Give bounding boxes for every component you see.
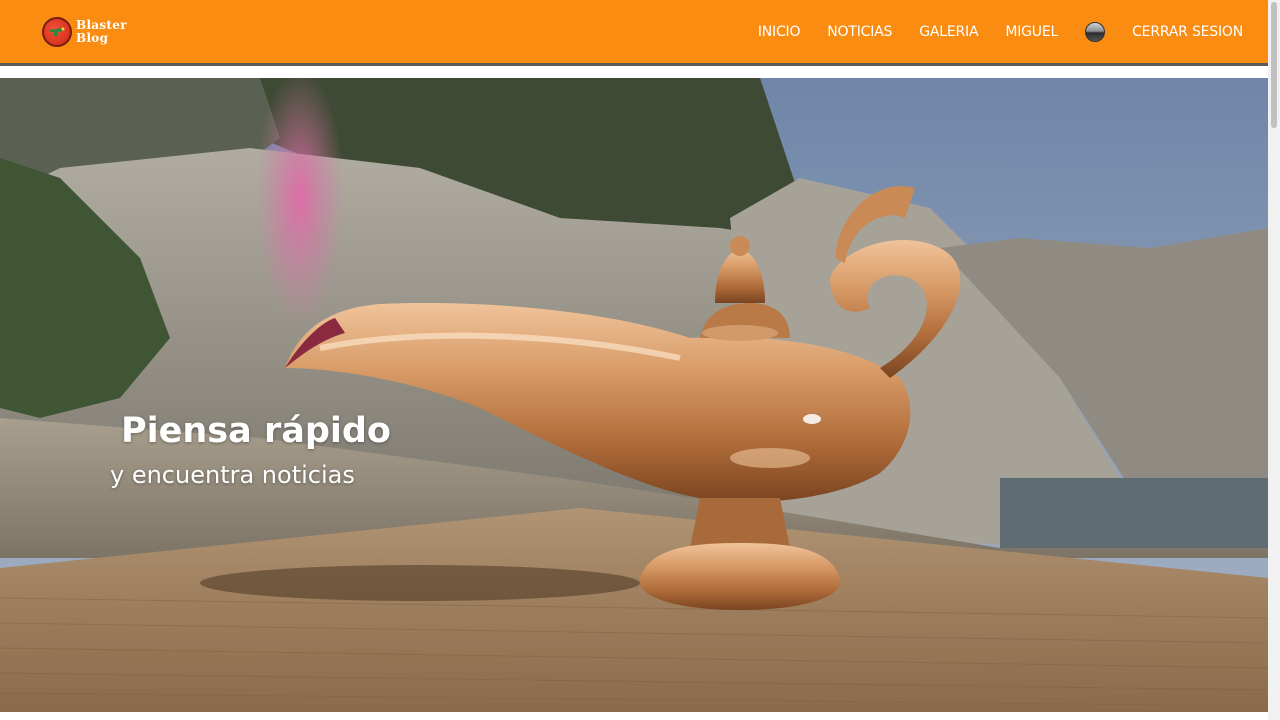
hero-subtitle: y encuentra noticias [110, 461, 355, 489]
hero-background-image [0, 78, 1268, 712]
nav-item-user-miguel[interactable]: MIGUEL [1005, 24, 1058, 40]
hero-title: Piensa rápido [121, 411, 391, 451]
ray-gun-logo-icon [42, 17, 72, 47]
top-navbar: Blaster Blog INICIO NOTICIAS GALERIA MIG… [0, 0, 1268, 66]
brand-line-2: Blog [76, 31, 109, 45]
page-scrollbar[interactable] [1268, 0, 1280, 720]
main-nav: INICIO NOTICIAS GALERIA MIGUEL CERRAR SE… [731, 0, 1243, 63]
nav-item-noticias[interactable]: NOTICIAS [827, 24, 892, 40]
scrollbar-thumb[interactable] [1271, 2, 1277, 128]
user-avatar-icon[interactable] [1085, 21, 1106, 42]
hero-banner: Piensa rápido y encuentra noticias [0, 78, 1268, 712]
logout-link[interactable]: CERRAR SESION [1132, 24, 1243, 40]
nav-item-inicio[interactable]: INICIO [758, 24, 801, 40]
brand-name: Blaster Blog [76, 19, 127, 45]
nav-item-galeria[interactable]: GALERIA [919, 24, 978, 40]
hero-bottom-spacer [0, 712, 1268, 720]
brand-logo-link[interactable]: Blaster Blog [42, 16, 127, 48]
header-spacer [0, 66, 1268, 78]
